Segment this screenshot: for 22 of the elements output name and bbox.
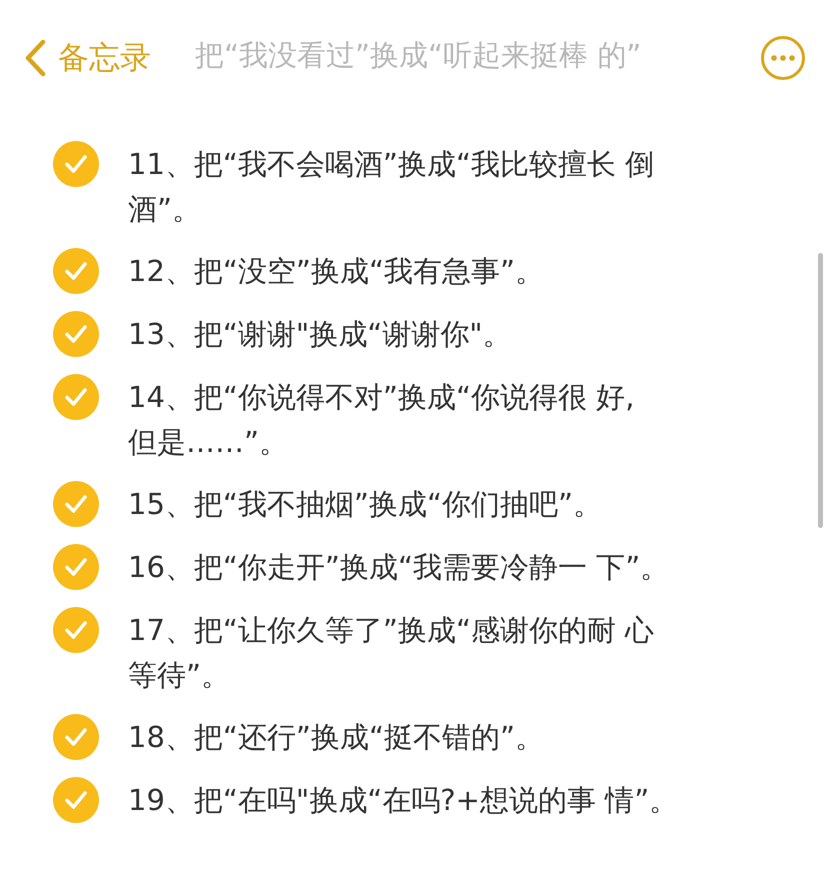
checkbox-checked-icon[interactable] [52, 247, 100, 295]
back-button[interactable]: 备忘录 [24, 37, 151, 79]
checkbox-checked-icon[interactable] [52, 776, 100, 824]
checklist-item-text: 11、把“我不会喝酒”换成“我比较擅长 倒 酒”。 [128, 146, 654, 228]
chevron-left-icon [24, 39, 46, 77]
checkbox-checked-icon[interactable] [52, 140, 100, 188]
checklist-item-text: 17、把“让你久等了”换成“感谢你的耐 心 等待”。 [128, 612, 654, 694]
checklist-item-text: 13、把“谢谢"换成“谢谢你"。 [128, 316, 512, 353]
checklist-item-text: 15、把“我不抽烟”换成“你们抽吧”。 [128, 486, 602, 523]
faded-note-line: 把“我没看过”换成“听起来挺棒 的” [195, 37, 642, 74]
checkbox-checked-icon[interactable] [52, 480, 100, 528]
checkbox-checked-icon[interactable] [52, 310, 100, 358]
more-icon[interactable] [760, 35, 806, 81]
checkbox-checked-icon[interactable] [52, 713, 100, 761]
checklist-item-text: 12、把“没空”换成“我有急事”。 [128, 253, 544, 290]
checklist-item-text: 16、把“你走开”换成“我需要冷静一 下”。 [128, 549, 670, 586]
checklist-item-text: 19、把“在吗"换成“在吗?+想说的事 情”。 [128, 782, 678, 819]
checkbox-checked-icon[interactable] [52, 606, 100, 654]
checklist-item-text: 14、把“你说得不对”换成“你说得很 好, 但是……”。 [128, 379, 634, 461]
checklist-item-text: 18、把“还行”换成“挺不错的”。 [128, 719, 544, 756]
checkbox-checked-icon[interactable] [52, 543, 100, 591]
checkbox-checked-icon[interactable] [52, 373, 100, 421]
